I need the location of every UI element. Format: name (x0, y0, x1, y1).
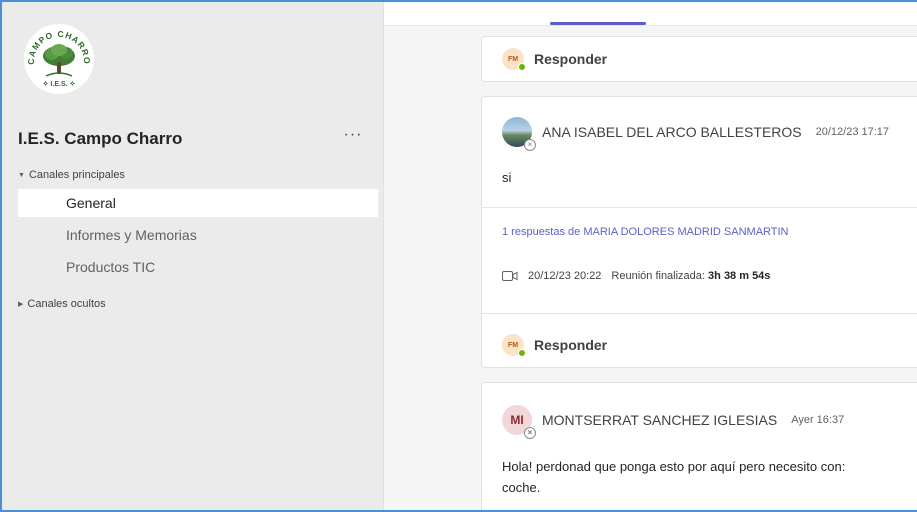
meeting-duration: 3h 38 m 54s (708, 270, 771, 282)
video-meeting-icon (502, 271, 518, 281)
presence-offline-icon: × (524, 427, 536, 439)
divider (482, 313, 917, 314)
section-canales-principales[interactable]: ▼ Canales principales (18, 169, 125, 181)
school-logo: CAMPO CHARRO ✧ I.E.S. ✧ (24, 24, 94, 94)
channel-label: General (66, 195, 116, 211)
divider (482, 207, 917, 208)
channel-sidebar: CAMPO CHARRO ✧ I.E.S. ✧ I.E.S. Campo Cha… (2, 2, 384, 510)
avatar: FM (502, 48, 526, 71)
message-timestamp: Ayer 16:37 (791, 414, 845, 426)
avatar: FM (502, 334, 526, 357)
tab-bar (384, 2, 917, 26)
section-canales-ocultos[interactable]: ▶ Canales ocultos (18, 298, 106, 310)
reply-button[interactable]: FM Responder (482, 37, 917, 81)
message-body: si (502, 170, 512, 185)
message-card: MI × MONTSERRAT SANCHEZ IGLESIAS Ayer 16… (481, 382, 917, 510)
reply-label: Responder (534, 51, 608, 67)
avatar[interactable]: × (502, 117, 536, 151)
more-options-icon[interactable]: ··· (340, 126, 366, 146)
caret-right-icon: ▶ (18, 301, 24, 308)
presence-offline-icon: × (524, 139, 536, 151)
message-author[interactable]: ANA ISABEL DEL ARCO BALLESTEROS (542, 124, 802, 140)
presence-available-icon (518, 63, 526, 71)
reply-button[interactable]: FM Responder (482, 323, 917, 367)
meeting-summary[interactable]: 20/12/23 20:22 Reunión finalizada: 3h 38… (502, 270, 770, 282)
meeting-status-label: Reunión finalizada: (611, 270, 705, 282)
avatar-initials: FM (507, 341, 519, 349)
conversation-pane: FM Responder × ANA ISABEL DEL ARCO BALLE… (384, 2, 917, 510)
message-body-line: Hola! perdonad que ponga esto por aquí p… (502, 459, 846, 474)
channel-informes-y-memorias[interactable]: Informes y Memorias (18, 221, 378, 249)
message-timestamp: 20/12/23 17:17 (815, 126, 890, 138)
channel-general[interactable]: General (18, 189, 378, 217)
avatar-initials: MI (510, 413, 524, 427)
replies-link[interactable]: 1 respuestas de MARIA DOLORES MADRID SAN… (502, 226, 789, 238)
reply-label: Responder (534, 337, 608, 353)
message-header: × ANA ISABEL DEL ARCO BALLESTEROS 20/12/… (502, 117, 890, 151)
presence-available-icon (518, 349, 526, 357)
caret-down-icon: ▼ (18, 171, 25, 179)
thread-reply-card: FM Responder (481, 36, 917, 82)
message-body-line: coche. (502, 480, 541, 495)
meeting-datetime: 20/12/23 20:22 (528, 270, 602, 282)
app-window: CAMPO CHARRO ✧ I.E.S. ✧ I.E.S. Campo Cha… (0, 0, 917, 512)
section-label: Canales principales (28, 169, 125, 181)
message-header: MI × MONTSERRAT SANCHEZ IGLESIAS Ayer 16… (502, 405, 845, 439)
message-author[interactable]: MONTSERRAT SANCHEZ IGLESIAS (542, 412, 777, 428)
svg-text:✧ I.E.S. ✧: ✧ I.E.S. ✧ (43, 80, 76, 88)
message-card: × ANA ISABEL DEL ARCO BALLESTEROS 20/12/… (481, 96, 917, 368)
active-tab-indicator (550, 22, 646, 25)
team-title[interactable]: I.E.S. Campo Charro (18, 129, 182, 149)
channel-label: Informes y Memorias (66, 227, 197, 243)
section-label: Canales ocultos (27, 298, 106, 310)
channel-label: Productos TIC (66, 259, 156, 275)
meeting-status: Reunión finalizada: 3h 38 m 54s (611, 270, 770, 282)
channel-productos-tic[interactable]: Productos TIC (18, 253, 378, 281)
avatar-initials: FM (507, 55, 519, 63)
avatar[interactable]: MI × (502, 405, 536, 439)
